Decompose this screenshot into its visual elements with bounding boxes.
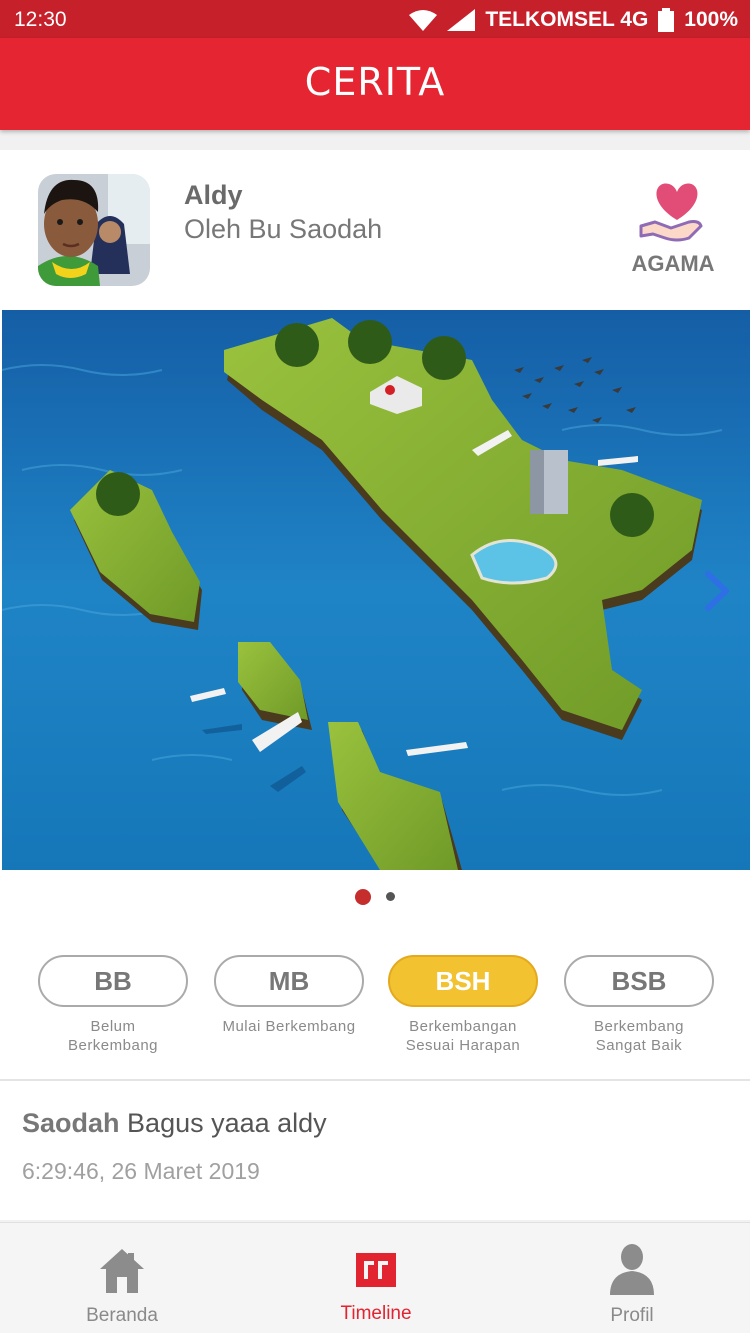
- rating-bsh-button[interactable]: BSH: [388, 955, 538, 1007]
- story-photo[interactable]: [2, 310, 750, 870]
- rating-mb[interactable]: MB Mulai Berkembang: [214, 955, 364, 1036]
- app-bar: CERITA: [0, 38, 750, 130]
- rating-bsh-desc: Berkembangan Sesuai Harapan: [405, 1018, 521, 1054]
- rating-bsb-button[interactable]: BSB: [564, 955, 714, 1007]
- nav-timeline-label: Timeline: [340, 1303, 412, 1324]
- category-badge: AGAMA: [618, 174, 728, 277]
- chevron-right-icon[interactable]: [704, 570, 730, 612]
- battery-icon: [658, 8, 675, 32]
- timeline-icon: [356, 1253, 396, 1287]
- comment-timestamp: 6:29:46, 26 Maret 2019: [22, 1158, 260, 1184]
- rating-bb[interactable]: BB Belum Berkembang: [38, 955, 188, 1055]
- carousel-indicator: [0, 888, 750, 906]
- status-bar: 12:30 TELKOMSEL 4G 100%: [0, 0, 750, 38]
- student-avatar[interactable]: [38, 174, 150, 286]
- nav-beranda[interactable]: Beranda: [42, 1223, 202, 1333]
- carousel-dot-active[interactable]: [355, 888, 372, 905]
- rating-bsb-desc: Berkembang Sangat Baik: [593, 1018, 685, 1054]
- rating-bsb[interactable]: BSB Berkembang Sangat Baik: [564, 955, 714, 1055]
- category-label: AGAMA: [631, 251, 715, 276]
- status-time: 12:30: [14, 8, 67, 31]
- student-name: Aldy: [184, 180, 243, 210]
- status-indicators: TELKOMSEL 4G 100%: [409, 8, 738, 32]
- carousel-dot[interactable]: [385, 892, 395, 902]
- rating-mb-desc: Mulai Berkembang: [222, 1018, 356, 1035]
- rating-bb-desc: Belum Berkembang: [67, 1018, 159, 1054]
- bottom-navigation: Beranda Timeline Profil: [0, 1222, 750, 1333]
- heart-hand-icon: [639, 183, 703, 242]
- divider: [0, 1079, 750, 1081]
- rating-bsh[interactable]: BSH Berkembangan Sesuai Harapan: [388, 955, 538, 1055]
- comment: Saodah Bagus yaaa aldy: [22, 1108, 327, 1139]
- nav-profil-label: Profil: [610, 1305, 654, 1326]
- post-author: Oleh Bu Saodah: [184, 214, 383, 244]
- nav-timeline[interactable]: Timeline: [296, 1223, 456, 1333]
- rating-mb-button[interactable]: MB: [214, 955, 364, 1007]
- rating-bb-button[interactable]: BB: [38, 955, 188, 1007]
- wifi-icon: [409, 10, 438, 31]
- profile-icon: [610, 1244, 654, 1295]
- battery-level: 100%: [684, 8, 738, 31]
- home-icon: [100, 1249, 144, 1293]
- page-title: CERITA: [304, 60, 446, 104]
- comment-text: Bagus yaaa aldy: [127, 1108, 327, 1138]
- carrier-label: TELKOMSEL 4G: [485, 8, 649, 31]
- nav-beranda-label: Beranda: [86, 1305, 158, 1326]
- nav-profil[interactable]: Profil: [552, 1223, 712, 1333]
- story-card: Aldy Oleh Bu Saodah AGAMA BB Belum Berke…: [0, 150, 750, 1220]
- signal-icon: [447, 9, 476, 31]
- comment-author: Saodah: [22, 1108, 120, 1138]
